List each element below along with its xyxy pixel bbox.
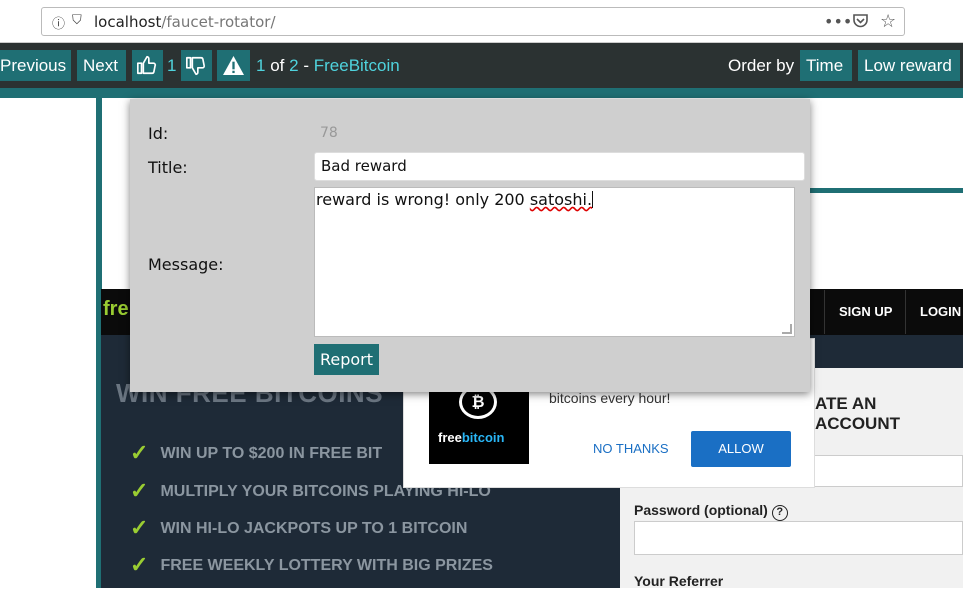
thumbs-up-icon [137, 55, 157, 75]
feature-item: ✓ FREE WEEKLY LOTTERY WITH BIG PRIZES [130, 552, 493, 577]
position-indicator: 1 of 2 - FreeBitcoin [256, 50, 400, 81]
text-cursor [592, 191, 594, 208]
position-total: 2 [289, 56, 299, 75]
freebitcoin-logo: ₿ freebitcoin [429, 381, 529, 464]
title-input[interactable]: Bad reward [314, 152, 805, 181]
signup-nav-link[interactable]: SIGN UP [824, 290, 906, 334]
popup-brand: freebitcoin [438, 430, 504, 445]
signup-title: ATE AN ACCOUNT [815, 394, 900, 433]
shield-icon[interactable]: ⛉ [72, 13, 82, 28]
pocket-icon[interactable] [852, 12, 869, 33]
url-path: /faucet-rotator/ [161, 13, 276, 31]
feature-text: WIN UP TO $200 IN FREE BIT [160, 445, 383, 462]
message-text: reward is wrong! only 200 [316, 190, 530, 209]
url-text[interactable]: localhost/faucet-rotator/ [94, 13, 276, 31]
rotator-toolbar: Previous Next 1 1 of 2 - FreeBitcoin Ord… [0, 43, 963, 88]
brand-bitcoin: bitcoin [461, 430, 505, 445]
message-textarea[interactable]: reward is wrong! only 200 satoshi. [314, 187, 795, 337]
message-label: Message: [148, 255, 224, 274]
feature-item: ✓ WIN HI-LO JACKPOTS UP TO 1 BITCOIN [130, 515, 468, 540]
feature-text: FREE WEEKLY LOTTERY WITH BIG PRIZES [160, 557, 493, 574]
more-horizontal-icon[interactable]: ••• [824, 12, 852, 31]
id-label: Id: [148, 124, 169, 143]
check-icon: ✓ [130, 552, 149, 577]
next-button[interactable]: Next [77, 50, 126, 81]
report-modal: Id: 78 Title: Bad reward Message: reward… [130, 99, 810, 392]
title-label: Title: [148, 158, 188, 177]
info-icon[interactable]: ⓘ [52, 13, 65, 32]
site-teal-line [810, 188, 963, 193]
report-submit-button[interactable]: Report [314, 344, 379, 375]
thumbs-down-icon [186, 56, 206, 76]
position-of: of [270, 56, 285, 75]
like-button[interactable] [132, 50, 163, 81]
faucet-name-link[interactable]: FreeBitcoin [314, 56, 400, 75]
check-icon: ✓ [130, 440, 149, 465]
message-misspelled-word: satoshi. [529, 190, 593, 209]
previous-button[interactable]: Previous [0, 50, 71, 81]
star-icon[interactable]: ☆ [880, 11, 896, 32]
allow-button[interactable]: ALLOW [691, 431, 791, 467]
referrer-label: Your Referrer [634, 573, 724, 589]
position-separator: - [303, 56, 309, 75]
brand-free: free [438, 430, 462, 445]
login-nav-link[interactable]: LOGIN [905, 290, 963, 334]
dislike-button[interactable] [181, 50, 212, 81]
no-thanks-button[interactable]: NO THANKS [593, 441, 669, 456]
check-icon: ✓ [130, 515, 149, 540]
like-count: 1 [167, 56, 177, 75]
resize-handle[interactable] [782, 324, 792, 334]
feature-item: ✓ WIN UP TO $200 IN FREE BIT [130, 440, 383, 465]
popup-message: bitcoins every hour! [549, 390, 671, 406]
password-label-text: Password (optional) [634, 502, 768, 518]
warning-icon [223, 55, 244, 76]
feature-text: WIN HI-LO JACKPOTS UP TO 1 BITCOIN [160, 520, 468, 537]
id-value: 78 [320, 125, 338, 141]
report-button[interactable] [217, 50, 250, 81]
site-logo[interactable]: fre [103, 298, 129, 321]
url-host: localhost [94, 13, 162, 31]
check-icon: ✓ [130, 478, 149, 503]
toolbar-bottom-strip [0, 88, 963, 98]
position-current: 1 [256, 56, 266, 75]
address-bar[interactable]: ⓘ ⛉ localhost/faucet-rotator/ ••• ☆ [41, 7, 905, 36]
order-time-button[interactable]: Time [800, 50, 852, 81]
order-low-reward-button[interactable]: Low reward [858, 50, 960, 81]
password-field[interactable] [634, 521, 963, 555]
password-label: Password (optional) ? [634, 502, 788, 521]
help-icon[interactable]: ? [771, 505, 788, 521]
order-by-label: Order by [728, 56, 795, 75]
browser-url-bar: ⓘ ⛉ localhost/faucet-rotator/ ••• ☆ [0, 0, 963, 43]
